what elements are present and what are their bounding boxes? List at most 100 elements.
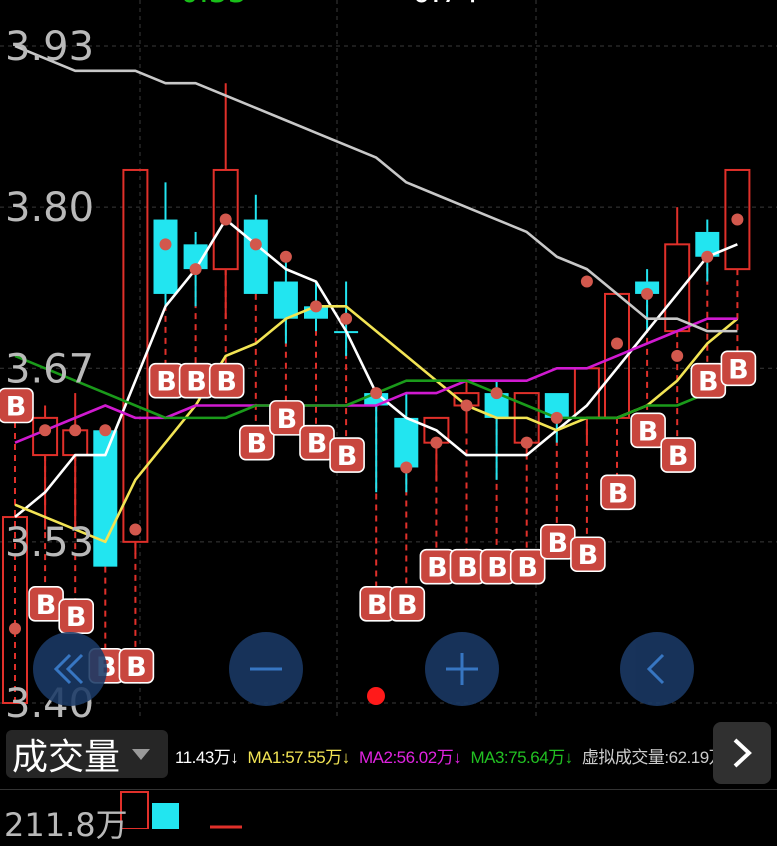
price-dot-3 (99, 424, 112, 437)
b-marker-label-9: B (277, 404, 298, 435)
next-indicator-button[interactable] (713, 722, 771, 784)
b-marker-21[interactable]: B (630, 412, 666, 449)
price-dot-8 (249, 238, 262, 251)
b-marker-6[interactable]: B (178, 362, 215, 399)
candle-body-4 (122, 168, 149, 543)
indicator-selector[interactable]: 成交量 (6, 730, 168, 778)
b-marker-label-17: B (517, 553, 538, 584)
volume-axis-max: 211.8万 (4, 806, 128, 844)
price-dot-4 (129, 523, 142, 536)
b-marker-23[interactable]: B (690, 362, 727, 399)
b-marker-label-14: B (427, 553, 448, 584)
b-marker-label-2: B (66, 602, 87, 633)
b-marker-label-21: B (638, 416, 659, 447)
b-marker-12[interactable]: B (359, 586, 396, 622)
live-indicator-dot (367, 687, 385, 705)
b-marker-label-5: B (156, 367, 177, 398)
price-dot-16 (490, 387, 503, 400)
candlestick-chart[interactable]: 3.933.803.673.533.40 BB BBB B BBBB BB BB B B BB B… (0, 0, 777, 720)
price-dot-14 (430, 436, 443, 449)
zoom-in-button[interactable] (425, 632, 499, 706)
y-label-1: 3.80 (5, 185, 94, 231)
b-marker-label-20: B (608, 478, 629, 509)
price-dot-9 (279, 250, 292, 263)
price-dot-13 (400, 461, 413, 474)
b-marker-13[interactable]: B (389, 586, 426, 622)
b-marker-10[interactable]: B (299, 424, 335, 461)
double-chevron-left-icon (53, 653, 84, 685)
candle-body-1 (32, 416, 59, 457)
volume-ma2: MA2:56.02万↓ (358, 748, 462, 767)
b-marker-24[interactable]: B (720, 350, 757, 387)
b-marker-label-13: B (397, 590, 418, 621)
b-marker-7[interactable]: B (208, 362, 245, 399)
dropdown-arrow-icon (132, 748, 151, 760)
price-dot-20 (611, 337, 623, 350)
price-dot-22 (671, 349, 684, 362)
b-marker-label-24: B (728, 354, 749, 385)
candle-body-9 (273, 281, 298, 319)
b-marker-label-8: B (247, 429, 268, 460)
price-dot-6 (189, 263, 202, 276)
candle-body-5 (153, 219, 178, 294)
rewind-button[interactable] (33, 632, 107, 706)
minus-icon (250, 667, 282, 671)
b-marker-label-7: B (216, 367, 237, 398)
b-marker-11[interactable]: B (329, 437, 365, 473)
volume-info: 11.43万↓ MA1:57.55万↓ MA2:56.02万↓ MA3:75.6… (175, 743, 730, 768)
volume-ma1: MA1:57.55万↓ (247, 748, 351, 767)
price-dot-2 (69, 424, 82, 437)
chevron-left-icon (646, 653, 665, 685)
b-marker-14[interactable]: B (419, 548, 456, 585)
volume-current: 11.43万↓ (175, 748, 239, 767)
price-dot-0 (9, 622, 21, 635)
b-marker-label-19: B (578, 540, 599, 571)
candle-body-8 (243, 219, 268, 294)
b-marker-9[interactable]: B (269, 400, 305, 436)
y-label-0: 3.93 (5, 24, 94, 70)
b-marker-2[interactable]: B (58, 598, 95, 635)
volume-bar-cyan (152, 803, 179, 829)
b-marker-label-10: B (307, 429, 328, 460)
b-marker-4[interactable]: B (118, 648, 155, 684)
zoom-out-button[interactable] (229, 632, 303, 706)
price-dot-17 (520, 436, 533, 449)
b-marker-15[interactable]: B (449, 548, 486, 585)
b-marker-8[interactable]: B (239, 424, 275, 461)
b-marker-17[interactable]: B (509, 548, 546, 585)
b-marker-19[interactable]: B (570, 536, 606, 573)
b-marker-0[interactable]: B (0, 387, 34, 424)
b-marker-18[interactable]: B (539, 524, 576, 560)
b-marker-22[interactable]: B (660, 437, 697, 473)
back-button[interactable] (620, 632, 694, 706)
volume-virtual: 虚拟成交量:62.19万 (581, 748, 726, 767)
volume-ma3: MA3:75.64万↓ (470, 748, 573, 767)
price-dot-21 (641, 287, 654, 300)
b-marker-label-0: B (6, 391, 27, 422)
b-marker-label-16: B (487, 553, 508, 584)
b-marker-label-23: B (698, 367, 719, 398)
b-marker-20[interactable]: B (600, 474, 636, 511)
plus-icon (446, 653, 478, 685)
b-marker-label-1: B (36, 590, 57, 621)
b-marker-label-12: B (367, 590, 388, 621)
price-dot-10 (310, 300, 322, 313)
price-dot-23 (701, 250, 714, 263)
y-label-3: 3.53 (5, 520, 94, 566)
price-dot-15 (460, 399, 473, 412)
price-dot-12 (370, 387, 383, 400)
y-label-2: 3.67 (5, 346, 94, 392)
candle-body-13 (394, 417, 419, 468)
price-dot-7 (219, 213, 232, 226)
chevron-right-icon (733, 738, 752, 768)
candle-body-3 (93, 430, 118, 567)
b-marker-5[interactable]: B (148, 362, 185, 399)
price-dot-24 (731, 213, 744, 226)
price-dot-1 (39, 424, 52, 437)
indicator-selector-label: 成交量 (12, 737, 121, 778)
b-marker-1[interactable]: B (28, 586, 64, 622)
b-marker-label-22: B (668, 441, 689, 472)
b-marker-label-15: B (457, 553, 478, 584)
b-marker-16[interactable]: B (479, 548, 516, 585)
b-marker-label-4: B (126, 652, 147, 683)
